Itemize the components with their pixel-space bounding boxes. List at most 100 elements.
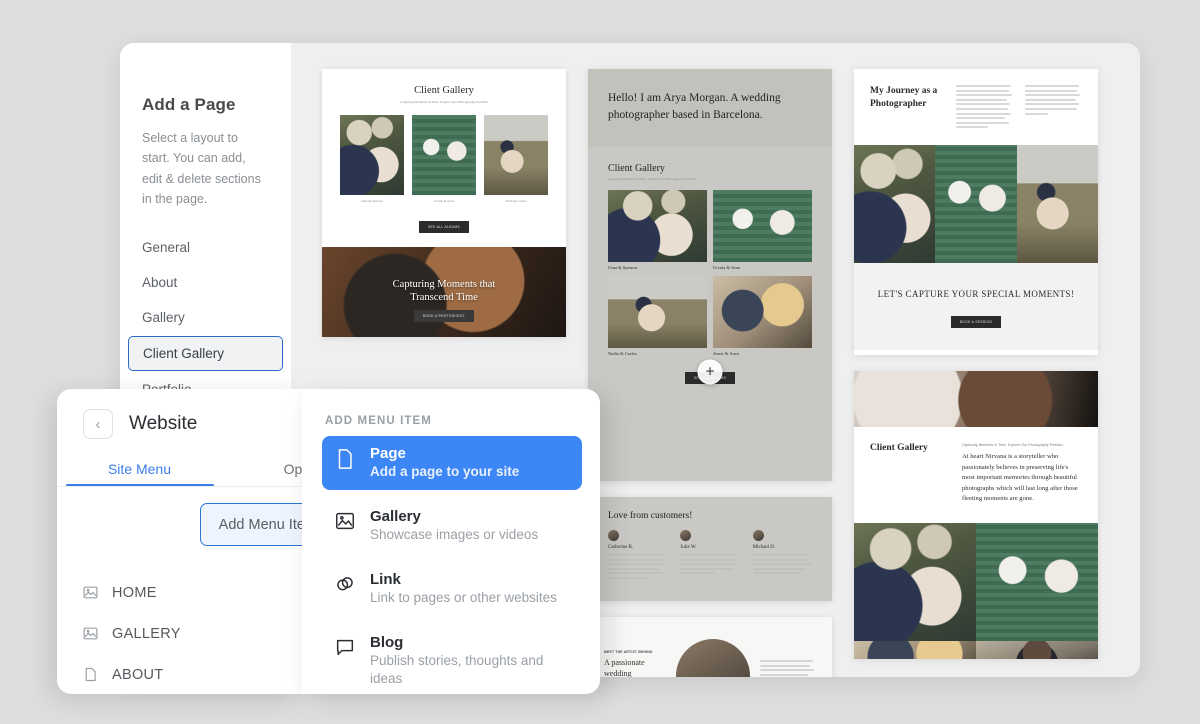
t1-gallery-cell: Uma & Spencer	[340, 115, 404, 204]
t1-caption: Uma & Spencer	[340, 199, 404, 204]
tab-options[interactable]: Opti	[218, 461, 302, 486]
testimonial-item: Catherine R.	[608, 530, 667, 582]
layout-template-card-3[interactable]: My Journey as a Photographer	[854, 69, 1098, 355]
photo-couple	[854, 145, 935, 263]
photo-green-wall	[935, 145, 1016, 263]
add-menu-item-label: Add Menu Item	[219, 517, 302, 533]
website-panel-tabs: Site Menu Opti	[57, 461, 302, 486]
website-panel: ‹ Website Site Menu Opti Add Menu Item +	[57, 389, 302, 694]
photo-kiss	[854, 641, 976, 659]
t3-text-column	[1025, 85, 1083, 131]
t1-hero-image: Capturing Moments that Transcend Time BO…	[322, 247, 566, 337]
testimonial-name: Michael D.	[753, 545, 812, 550]
tab-site-menu[interactable]: Site Menu	[61, 461, 218, 486]
layout-template-card-2-testimonials[interactable]: Love from customers! Catherine R.	[588, 497, 832, 601]
image-icon	[82, 584, 99, 601]
dropdown-item-desc: Showcase images or videos	[370, 527, 538, 542]
menu-item-home[interactable]: HOME	[57, 572, 302, 613]
t2-gallery-cell: Jessie & Arun	[713, 276, 812, 356]
photo-portrait	[976, 641, 1098, 659]
dropdown-item-desc: Link to pages or other websites	[370, 590, 557, 605]
dropdown-item-title: Blog	[370, 634, 403, 651]
t3-cta-heading: LET'S CAPTURE YOUR SPECIAL MOMENTS!	[854, 289, 1098, 299]
t1-hero-button[interactable]: BOOK A PHOTOSHOOT	[414, 310, 474, 322]
menu-item-about[interactable]: ABOUT	[57, 654, 302, 694]
screen: Add a Page Select a layout to start. You…	[0, 0, 1200, 724]
t1-caption: Ursula & Sean	[412, 199, 476, 204]
testimonial-text	[753, 554, 812, 574]
t4-subheading: Capturing Moments in Time. Explore Our P…	[962, 443, 1082, 447]
page-icon	[82, 666, 99, 683]
layout-template-card-1[interactable]: Client Gallery Capturing Moments in Time…	[322, 69, 566, 337]
t2-testimonials-heading: Love from customers!	[608, 511, 812, 521]
site-menu-list: HOME GALLERY ABOUT	[57, 572, 302, 694]
page-icon	[334, 447, 356, 471]
t2-about-text	[760, 660, 816, 677]
dropdown-item-title: Gallery	[370, 508, 421, 525]
dropdown-header: ADD MENU ITEM	[322, 415, 582, 427]
image-icon	[334, 510, 356, 534]
page-description: Select a layout to start. You can add, e…	[120, 115, 291, 209]
sidebar-item-gallery[interactable]: Gallery	[120, 301, 291, 334]
menu-item-gallery[interactable]: GALLERY	[57, 613, 302, 654]
preview-column-2: Hello! I am Arya Morgan. A wedding photo…	[588, 69, 832, 677]
add-menu-item-button[interactable]: Add Menu Item +	[200, 503, 302, 546]
t2-gallery-cell: Nadia & Carlos	[608, 276, 707, 356]
avatar	[680, 530, 691, 541]
page-title: Add a Page	[120, 95, 291, 115]
layout-template-card-2[interactable]: Hello! I am Arya Morgan. A wedding photo…	[588, 69, 832, 481]
t3-cta-button[interactable]: BOOK A SESSION	[951, 316, 1002, 328]
t4-heading: Client Gallery	[870, 443, 948, 505]
t2-caption: Uma & Spencer	[608, 265, 707, 270]
layout-template-card-4[interactable]: Client Gallery Capturing Moments in Time…	[854, 371, 1098, 659]
t2-about-heading: A passionate wedding photographer based …	[604, 658, 666, 677]
t2-caption: Jessie & Arun	[713, 351, 812, 356]
t2-intro-text: Hello! I am Arya Morgan. A wedding photo…	[608, 90, 812, 123]
photo-nadia-carlos	[484, 115, 548, 195]
layout-template-card-2-about[interactable]: MEET THE ARTIST BEHIND A passionate wedd…	[588, 617, 832, 677]
testimonial-text	[680, 554, 739, 574]
t3-heading: My Journey as a Photographer	[870, 85, 944, 131]
testimonial-text	[608, 554, 667, 579]
t1-gallery-cell: Nadia & Carlos	[484, 115, 548, 204]
photo-jessie-arun	[713, 276, 812, 348]
menu-item-label: GALLERY	[112, 626, 181, 642]
t1-see-all-albums-button[interactable]: SEE ALL ALBUMS	[419, 221, 469, 233]
t1-subheading: Capturing Moments in Time. Explore Our P…	[340, 100, 548, 105]
dropdown-item-blog[interactable]: Blog Publish stories, thoughts and ideas	[322, 625, 582, 694]
dropdown-item-link[interactable]: Link Link to pages or other websites	[322, 562, 582, 616]
t4-photo-strip	[854, 523, 1098, 641]
t1-hero-title-line2: Transcend Time	[410, 292, 478, 303]
menu-item-label: ABOUT	[112, 667, 163, 683]
sidebar-item-about[interactable]: About	[120, 266, 291, 299]
photographer-portrait	[676, 639, 750, 677]
testimonial-name: Julie W.	[680, 545, 739, 550]
website-panel-title: Website	[129, 413, 197, 435]
t1-hero-title-line1: Capturing Moments that	[393, 279, 496, 290]
t2-heading: Client Gallery	[608, 163, 812, 174]
sidebar-item-general[interactable]: General	[120, 231, 291, 264]
image-icon	[82, 625, 99, 642]
testimonial-item: Michael D.	[753, 530, 812, 582]
dropdown-item-desc: Publish stories, thoughts and ideas	[370, 653, 543, 686]
dropdown-item-page[interactable]: Page Add a page to your site	[322, 436, 582, 490]
t4-photo-strip-2	[854, 641, 1098, 659]
link-icon	[334, 573, 356, 597]
sidebar-item-client-gallery[interactable]: Client Gallery	[128, 336, 283, 371]
t1-heading: Client Gallery	[340, 85, 548, 96]
t2-about-label: MEET THE ARTIST BEHIND	[604, 650, 666, 654]
photo-nadia-carlos	[608, 276, 707, 348]
dropdown-item-title: Page	[370, 445, 406, 462]
back-icon[interactable]: ‹	[83, 409, 113, 439]
t2-gallery-cell: Uma & Spencer	[608, 190, 707, 270]
photo-couple	[854, 523, 976, 641]
add-section-plus-icon[interactable]: +	[698, 360, 723, 385]
t2-subheading: Capturing Moments in Time. Explore Our P…	[608, 177, 812, 182]
dropdown-item-gallery[interactable]: Gallery Showcase images or videos	[322, 499, 582, 553]
t4-paragraph: At heart Nirvana is a storyteller who pa…	[962, 452, 1082, 505]
photo-uma-spencer	[340, 115, 404, 195]
photo-uma-spencer	[608, 190, 707, 262]
preview-column-3: My Journey as a Photographer	[854, 69, 1098, 677]
menu-item-label: HOME	[112, 585, 157, 601]
t1-gallery-cell: Ursula & Sean	[412, 115, 476, 204]
